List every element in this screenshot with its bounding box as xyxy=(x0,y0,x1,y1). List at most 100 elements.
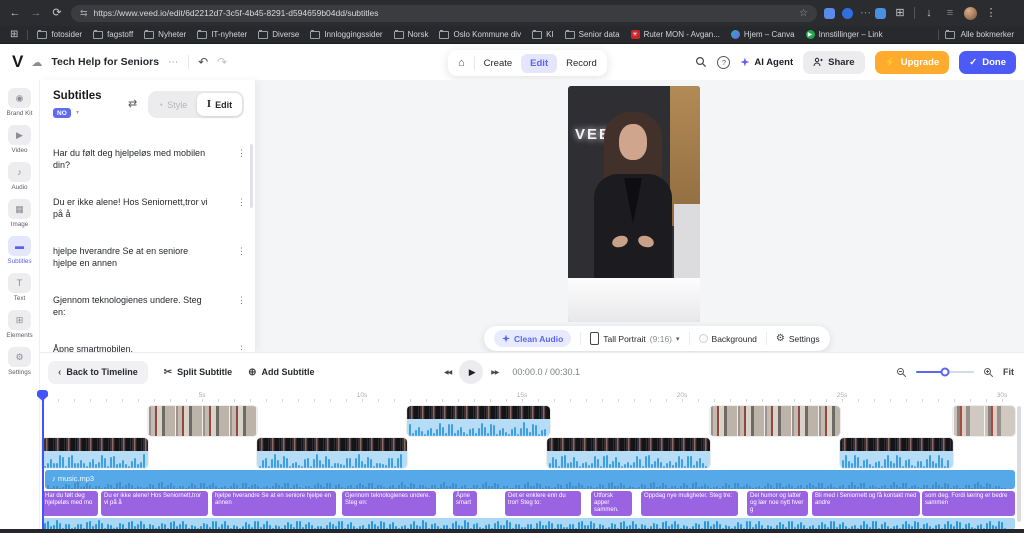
upgrade-button[interactable]: ⚡ Upgrade xyxy=(875,51,950,74)
canvas-settings-button[interactable]: ⚙ Settings xyxy=(776,333,820,344)
ai-agent-button[interactable]: AI Agent xyxy=(740,57,793,68)
browser-back-icon[interactable]: ← xyxy=(8,8,22,19)
kebab-menu-icon[interactable]: ⋮ xyxy=(237,148,246,158)
veed-logo[interactable]: V xyxy=(12,52,22,72)
tab-edit[interactable]: Edit xyxy=(521,54,557,73)
share-button[interactable]: Share xyxy=(803,51,864,74)
subtitle-block[interactable]: Oppdag nye muligheter. Steg tre: xyxy=(641,491,738,516)
subtitle-text[interactable]: Gjennom teknologienes undere. Steg en: xyxy=(53,295,211,318)
timeline-clip-seniors[interactable] xyxy=(710,406,840,436)
downloads-icon[interactable]: ↓ xyxy=(922,8,936,19)
subtitle-list-item[interactable]: Gjennom teknologienes undere. Steg en: ⋮ xyxy=(40,295,255,318)
bookmark-item[interactable]: Diverse xyxy=(258,30,299,39)
aspect-ratio-dropdown[interactable]: Tall Portrait (9:16) ▾ xyxy=(590,332,679,345)
done-button[interactable]: ✓ Done xyxy=(959,51,1016,74)
subtitle-block[interactable]: Del humor og latter og lær noe nytt hver… xyxy=(747,491,808,516)
sidebar-item-settings[interactable]: ⚙Settings xyxy=(0,347,40,376)
undo-icon[interactable]: ↶ xyxy=(198,55,208,69)
sidebar-item-text[interactable]: TText xyxy=(0,273,40,302)
address-bar[interactable]: ⇆ https://www.veed.io/edit/6d2212d7-3c5f… xyxy=(71,5,817,22)
timeline-clip-phone[interactable] xyxy=(953,406,1015,436)
redo-icon[interactable]: ↷ xyxy=(217,55,227,69)
sidebar-item-brand-kit[interactable]: ◉Brand Kit xyxy=(0,88,40,117)
subtitle-text[interactable]: hjelpe hverandre Se at en seniore hjelpe… xyxy=(53,246,211,269)
all-bookmarks[interactable]: Alle bokmerker xyxy=(938,30,1014,40)
extension-icon[interactable] xyxy=(842,8,853,19)
subtitle-block[interactable]: Det er enklere enn du tror! Steg to: xyxy=(505,491,581,516)
subtitle-text[interactable]: Du er ikke alene! Hos Seniornett,tror vi… xyxy=(53,197,211,220)
search-icon[interactable] xyxy=(695,56,707,68)
sidebar-item-elements[interactable]: ⊞Elements xyxy=(0,310,40,339)
timeline-clip-speaker[interactable] xyxy=(547,438,710,468)
play-button[interactable]: ▶ xyxy=(459,360,483,384)
voiceover-track[interactable] xyxy=(42,518,1015,529)
bookmark-item[interactable]: Senior data xyxy=(565,30,620,39)
bookmark-item[interactable]: fotosider xyxy=(37,30,82,39)
tab-style[interactable]: ◔Style xyxy=(150,100,195,110)
timeline-clip-speaker[interactable] xyxy=(840,438,953,468)
subtitle-block[interactable]: Åpne smart xyxy=(453,491,477,516)
kebab-menu-icon[interactable]: ⋮ xyxy=(237,344,246,352)
help-icon[interactable]: ? xyxy=(717,56,730,69)
apps-grid-icon[interactable]: ⊞ xyxy=(10,30,18,40)
subtitle-block[interactable]: som deg. Fordi læring er bedre sammen xyxy=(922,491,1015,516)
language-badge[interactable]: NO xyxy=(53,108,71,118)
bookmark-item[interactable]: Norsk xyxy=(394,30,429,39)
subtitle-block[interactable]: Har du følt deg hjelpeløs med mo xyxy=(42,491,98,516)
subtitle-list-item[interactable]: Har du følt deg hjelpeløs med mobilen di… xyxy=(40,148,255,171)
bookmark-item[interactable]: Nyheter xyxy=(144,30,186,39)
kebab-menu-icon[interactable]: ⋮ xyxy=(237,246,246,256)
subtitle-block[interactable]: Gjennom teknologienes undere. Steg en: xyxy=(342,491,436,516)
sidebar-item-audio[interactable]: ♪Audio xyxy=(0,162,40,191)
translate-icon[interactable]: ≡ xyxy=(943,8,957,19)
panel-scrollbar[interactable] xyxy=(250,144,253,208)
zoom-in-icon[interactable] xyxy=(983,367,994,378)
extension-icon[interactable] xyxy=(824,8,835,19)
subtitle-block[interactable]: Utforsk apper sammen. xyxy=(591,491,632,516)
bookmark-item[interactable]: KI xyxy=(532,30,554,39)
fast-forward-icon[interactable]: ▶▶ xyxy=(491,369,498,376)
sidebar-item-image[interactable]: ▦Image xyxy=(0,199,40,228)
project-title[interactable]: Tech Help for Seniors xyxy=(51,56,159,68)
subtitle-text[interactable]: Åpne smartmobilen. xyxy=(53,344,211,352)
extension-icon[interactable]: ⋯ xyxy=(860,8,868,19)
bookmark-item[interactable]: fagstoff xyxy=(93,30,133,39)
subtitle-block[interactable]: hjelpe hverandre Se at en seniore hjelpe… xyxy=(212,491,336,516)
timeline-clip-seniors[interactable] xyxy=(148,406,257,436)
sidebar-item-subtitles[interactable]: ▬Subtitles xyxy=(0,236,40,265)
rewind-icon[interactable]: ◀◀ xyxy=(444,369,451,376)
subtitle-block[interactable]: Du er ikke alene! Hos Seniornett,tror vi… xyxy=(101,491,208,516)
subtitle-block[interactable]: Bli med i Seniornett og få kontakt med a… xyxy=(812,491,920,516)
zoom-slider[interactable] xyxy=(916,371,974,373)
video-preview[interactable]: VEED xyxy=(568,86,700,322)
tab-record[interactable]: Record xyxy=(566,58,597,69)
music-track[interactable]: ♪ music.mp3 xyxy=(45,470,1015,489)
subtitle-list-item[interactable]: Du er ikke alene! Hos Seniornett,tror vi… xyxy=(40,197,255,220)
browser-reload-icon[interactable]: ⟳ xyxy=(50,8,64,19)
subtitle-list-item[interactable]: hjelpe hverandre Se at en seniore hjelpe… xyxy=(40,246,255,269)
translate-reorder-icon[interactable]: ⇄ xyxy=(128,97,137,110)
sidebar-item-video[interactable]: ▶Video xyxy=(0,125,40,154)
timeline-scrollbar[interactable] xyxy=(1017,406,1021,522)
browser-forward-icon[interactable]: → xyxy=(29,8,43,19)
bookmark-item[interactable]: Hjem – Canva xyxy=(731,30,795,39)
bookmark-item[interactable]: Oslo Kommune div xyxy=(439,30,521,39)
extensions-puzzle-icon[interactable]: ⊞ xyxy=(893,8,907,19)
project-menu-icon[interactable]: ⋯ xyxy=(168,57,179,68)
bookmark-item[interactable]: IT-nyheter xyxy=(197,30,247,39)
bookmark-star-icon[interactable]: ☆ xyxy=(799,8,808,19)
home-icon[interactable]: ⌂ xyxy=(458,57,465,69)
tab-edit-subtitles[interactable]: IEdit xyxy=(197,93,242,116)
all-bookmarks-label[interactable]: Alle bokmerker xyxy=(961,30,1014,39)
timeline-clip-speaker[interactable] xyxy=(407,406,550,436)
background-button[interactable]: Background xyxy=(699,334,757,344)
timeline-clip-speaker[interactable] xyxy=(257,438,407,468)
kebab-menu-icon[interactable]: ⋮ xyxy=(237,295,246,305)
zoom-out-icon[interactable] xyxy=(896,367,907,378)
bookmark-item[interactable]: ✳Ruter MON - Avgan... xyxy=(631,30,720,39)
zoom-slider-knob[interactable] xyxy=(941,368,950,377)
kebab-menu-icon[interactable]: ⋮ xyxy=(237,197,246,207)
clean-audio-button[interactable]: Clean Audio xyxy=(494,330,571,347)
chrome-menu-icon[interactable]: ⋮ xyxy=(984,8,998,19)
subtitle-list-item[interactable]: Åpne smartmobilen. ⋮ xyxy=(40,344,255,352)
